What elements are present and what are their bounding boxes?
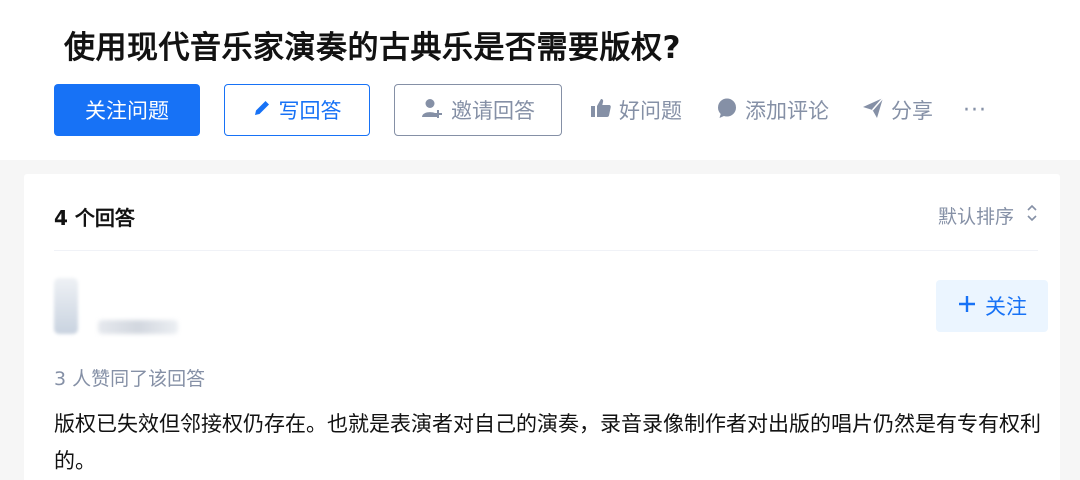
answers-card: 4 个回答 默认排序 关注 3 人赞同了该回答 版权已失效但邻接权仍存在。也就是… — [24, 174, 1060, 480]
good-question-label: 好问题 — [619, 99, 682, 123]
answer-content: 版权已失效但邻接权仍存在。也就是表演者对自己的演奏，录音录像制作者对出版的唱片仍… — [54, 412, 1041, 473]
author-avatar[interactable] — [54, 278, 78, 334]
follow-question-button[interactable]: 关注问题 — [54, 84, 200, 136]
thumbs-up-icon — [590, 97, 619, 124]
paper-plane-icon — [862, 96, 891, 124]
invite-user-icon — [421, 97, 451, 124]
good-question-button[interactable]: 好问题 — [590, 84, 682, 136]
add-comment-label: 添加评论 — [745, 99, 829, 123]
sort-arrows-icon — [1014, 203, 1038, 228]
answer-count: 4 个回答 — [54, 206, 135, 230]
comment-icon — [716, 97, 745, 124]
write-answer-label: 写回答 — [278, 99, 342, 123]
follow-author-label: 关注 — [985, 295, 1027, 319]
invite-answer-button[interactable]: 邀请回答 — [394, 84, 562, 136]
share-label: 分享 — [891, 99, 933, 123]
invite-answer-label: 邀请回答 — [451, 99, 535, 123]
add-comment-button[interactable]: 添加评论 — [716, 84, 829, 136]
voter-count: 3 人赞同了该回答 — [54, 368, 206, 390]
question-title: 使用现代音乐家演奏的古典乐是否需要版权? — [64, 30, 681, 66]
follow-author-button[interactable]: 关注 — [936, 280, 1048, 332]
write-answer-button[interactable]: 写回答 — [224, 84, 370, 136]
sort-dropdown[interactable]: 默认排序 — [938, 202, 1038, 229]
share-button[interactable]: 分享 — [862, 84, 933, 136]
pencil-icon — [253, 98, 279, 122]
author-name[interactable] — [98, 320, 178, 334]
divider — [54, 250, 1038, 251]
follow-question-label: 关注问题 — [85, 99, 169, 123]
plus-icon — [957, 294, 985, 319]
more-options-button[interactable]: ··· — [963, 84, 987, 136]
sort-label: 默认排序 — [937, 206, 1014, 228]
question-header: 使用现代音乐家演奏的古典乐是否需要版权? 关注问题 写回答 邀请回答 好问题 添… — [0, 0, 1080, 160]
